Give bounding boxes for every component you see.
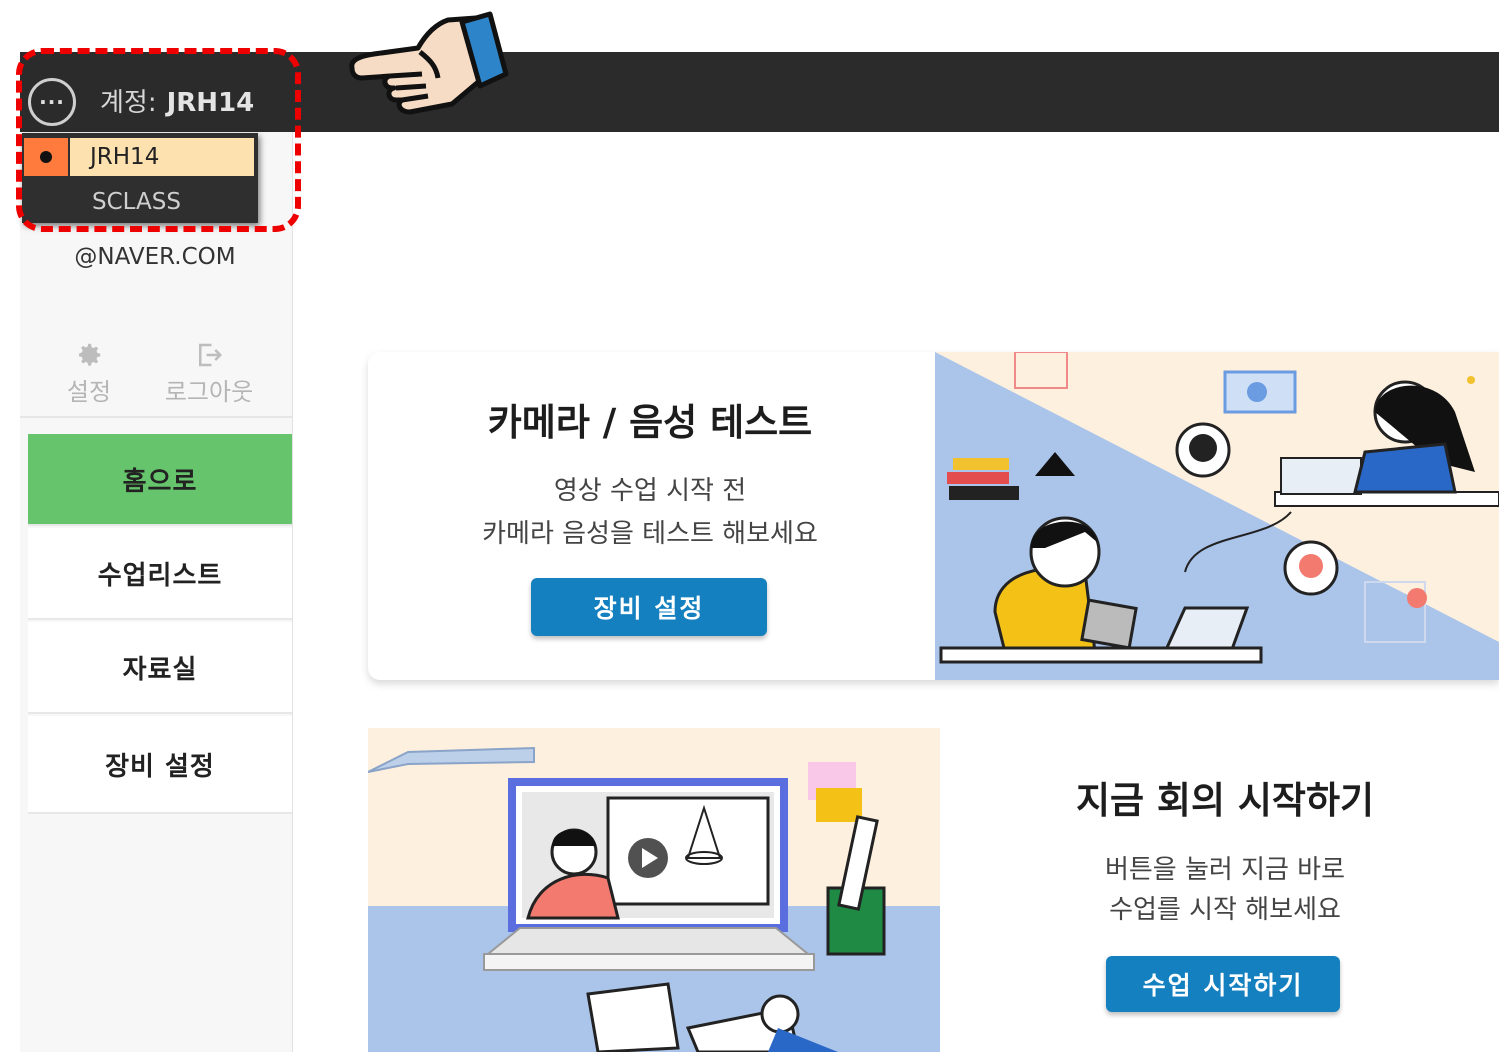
divider	[20, 416, 292, 418]
highlight-annotation	[16, 48, 301, 232]
start-meeting-description: 버튼을 눌러 지금 바로 수업를 시작 해보세요	[1040, 850, 1410, 930]
device-settings-button[interactable]: 장비 설정	[531, 578, 767, 636]
start-class-button[interactable]: 수업 시작하기	[1106, 956, 1340, 1012]
camera-test-desc-line2: 카메라 음성을 테스트 해보세요	[482, 519, 818, 549]
sidebar-item-home[interactable]: 홈으로	[28, 434, 292, 526]
sidebar-item-library[interactable]: 자료실	[28, 622, 292, 714]
sidebar-item-device-settings[interactable]: 장비 설정	[28, 716, 292, 814]
camera-test-description: 영상 수업 시작 전 카메라 음성을 테스트 해보세요	[440, 470, 860, 556]
online-class-illustration	[935, 352, 1499, 680]
camera-test-title: 카메라 / 음성 테스트	[487, 401, 813, 444]
user-email: @NAVER.COM	[74, 244, 236, 270]
gear-icon	[56, 340, 122, 370]
logout-label: 로그아웃	[164, 378, 254, 406]
logout-button[interactable]: 로그아웃	[148, 340, 270, 407]
start-meeting-desc-line2: 수업를 시작 해보세요	[1109, 895, 1341, 925]
camera-test-desc-line1: 영상 수업 시작 전	[553, 476, 747, 506]
start-meeting-desc-line1: 버튼을 눌러 지금 바로	[1104, 855, 1346, 885]
logout-icon	[148, 340, 270, 370]
settings-button[interactable]: 설정	[56, 340, 122, 407]
pointing-hand-icon	[349, 11, 509, 115]
start-meeting-title: 지금 회의 시작하기	[1075, 779, 1375, 822]
teacher-laptop-illustration	[368, 728, 940, 1052]
sidebar-item-class-list[interactable]: 수업리스트	[28, 528, 292, 620]
settings-label: 설정	[66, 378, 112, 406]
